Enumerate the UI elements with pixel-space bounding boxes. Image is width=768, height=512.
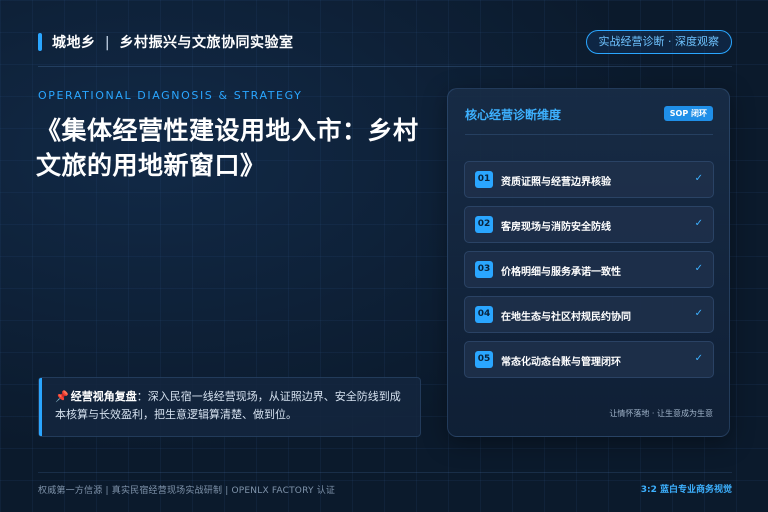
header-divider xyxy=(38,66,732,67)
list-item: 02 客房现场与消防安全防线 ✓ xyxy=(464,206,714,243)
footer-credits: 权威第一方信源 | 真实民宿经营现场实战研制 | OPENLX FACTORY … xyxy=(38,486,336,496)
item-number: 02 xyxy=(475,216,493,233)
card-divider xyxy=(465,134,713,135)
diagnosis-card: 核心经营诊断维度 SOP 闭环 01 资质证照与经营边界核验 ✓ 02 客房现场… xyxy=(447,88,730,437)
card-title: 核心经营诊断维度 xyxy=(465,108,562,122)
check-icon: ✓ xyxy=(694,218,703,229)
item-label: 资质证照与经营边界核验 xyxy=(501,177,611,188)
footer-style-note: 3:2 蓝白专业商务视觉 xyxy=(640,485,732,495)
brand-accent-bar xyxy=(38,33,42,51)
list-item: 03 价格明细与服务承诺一致性 ✓ xyxy=(464,251,714,288)
check-icon: ✓ xyxy=(694,308,703,319)
brand-title: 城地乡 | 乡村振兴与文旅协同实验室 xyxy=(52,32,293,52)
insight-label: 经营视角复盘 xyxy=(70,390,137,403)
item-label: 价格明细与服务承诺一致性 xyxy=(501,267,621,278)
item-number: 04 xyxy=(475,306,493,323)
footer-divider xyxy=(38,472,732,473)
item-number: 03 xyxy=(475,261,493,278)
dimension-list: 01 资质证照与经营边界核验 ✓ 02 客房现场与消防安全防线 ✓ 03 价格明… xyxy=(464,161,714,386)
insight-accent-bar xyxy=(39,378,42,436)
header-badge: 实战经营诊断 · 深度观察 xyxy=(585,30,732,54)
list-item: 04 在地生态与社区村规民约协同 ✓ xyxy=(464,296,714,333)
lab-name: 乡村振兴与文旅协同实验室 xyxy=(119,35,294,51)
item-number: 05 xyxy=(475,351,493,368)
item-label: 客房现场与消防安全防线 xyxy=(501,222,611,233)
insight-box: 📌 经营视角复盘：深入民宿一线经营现场，从证照边界、安全防线到成本核算与长效盈利，… xyxy=(38,377,421,437)
insight-text: 📌 经营视角复盘：深入民宿一线经营现场，从证照边界、安全防线到成本核算与长效盈利，… xyxy=(55,388,406,424)
item-label: 在地生态与社区村规民约协同 xyxy=(501,312,631,323)
english-subtitle: OPERATIONAL DIAGNOSIS & STRATEGY xyxy=(38,89,303,102)
list-item: 05 常态化动态台账与管理闭环 ✓ xyxy=(464,341,714,378)
header: 城地乡 | 乡村振兴与文旅协同实验室 实战经营诊断 · 深度观察 xyxy=(38,30,732,54)
card-tagline: 让情怀落地 · 让生意成为生意 xyxy=(609,409,713,418)
item-number: 01 xyxy=(475,171,493,188)
item-label: 常态化动态台账与管理闭环 xyxy=(501,357,621,368)
sop-badge: SOP 闭环 xyxy=(663,106,713,121)
check-icon: ✓ xyxy=(694,173,703,184)
list-item: 01 资质证照与经营边界核验 ✓ xyxy=(464,161,714,198)
check-icon: ✓ xyxy=(694,263,703,274)
brand-name: 城地乡 xyxy=(52,35,96,51)
check-icon: ✓ xyxy=(694,353,703,364)
page-title: 《集体经营性建设用地入市：乡村文旅的用地新窗口》 xyxy=(36,116,419,180)
brand-separator: | xyxy=(104,35,111,51)
pushpin-icon: 📌 xyxy=(55,390,69,403)
